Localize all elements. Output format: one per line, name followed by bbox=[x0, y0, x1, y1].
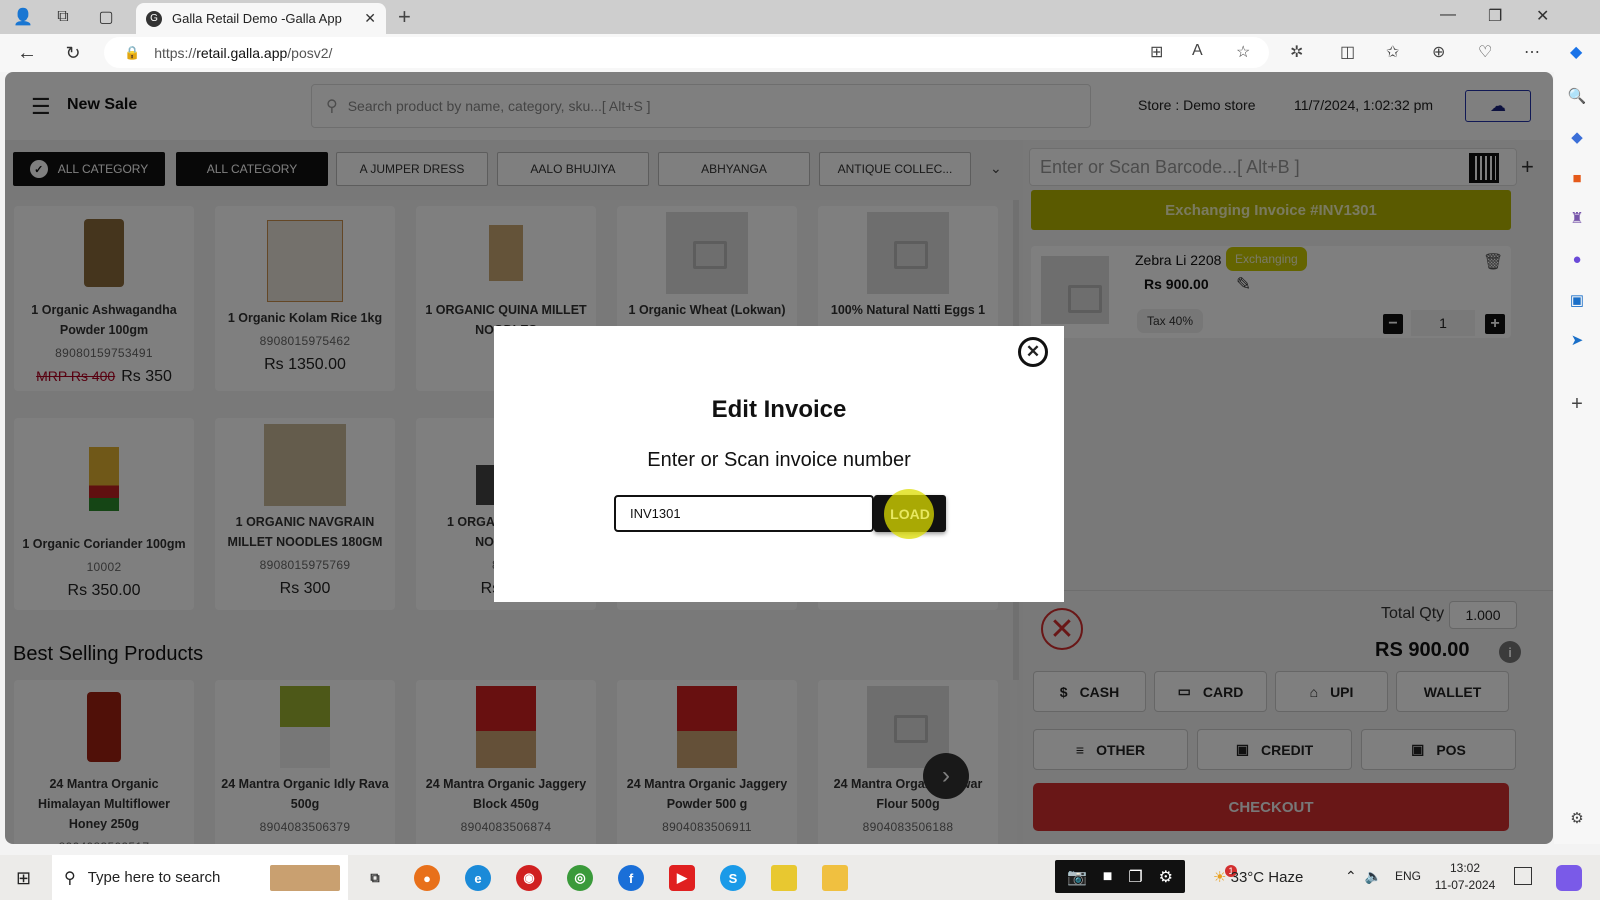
new-tab-button[interactable]: + bbox=[398, 4, 411, 30]
clock-time: 13:02 bbox=[1449, 861, 1481, 875]
language-indicator[interactable]: ENG bbox=[1395, 869, 1421, 883]
weather-text: 33°C Haze bbox=[1230, 869, 1304, 886]
edit-invoice-modal: ✕ Edit Invoice Enter or Scan invoice num… bbox=[494, 326, 1064, 602]
clock-date: 11-07-2024 bbox=[1434, 878, 1496, 892]
url-domain: retail.galla.app bbox=[196, 44, 288, 61]
read-aloud-icon[interactable]: A bbox=[1192, 42, 1203, 60]
capture-toolbar: 📷 ■ ❐ ⚙ bbox=[1055, 860, 1185, 893]
browser-essentials-icon[interactable]: ♡ bbox=[1478, 42, 1492, 62]
lock-icon: 🔒 bbox=[124, 44, 141, 60]
refresh-icon[interactable]: ↻ bbox=[62, 42, 84, 64]
back-icon[interactable]: ← bbox=[16, 42, 38, 64]
window-icon[interactable]: ❐ bbox=[1128, 867, 1142, 887]
copilot-taskbar-icon[interactable] bbox=[1556, 865, 1582, 891]
browser-tab[interactable]: G Galla Retail Demo -Galla App ✕ bbox=[136, 3, 386, 34]
file-explorer-icon[interactable] bbox=[822, 865, 848, 891]
close-tab-icon[interactable]: ✕ bbox=[364, 10, 376, 27]
system-tray[interactable]: ⌃ 🔈 bbox=[1345, 868, 1382, 885]
browser-tab-bar: 👤 ⧉ ▢ G Galla Retail Demo -Galla App ✕ +… bbox=[0, 0, 1600, 34]
windows-taskbar: ⊞ ⚲ Type here to search ⧉ ● e ◉ ◎ f ▶ S 📷… bbox=[0, 855, 1600, 900]
video-icon[interactable]: ■ bbox=[1103, 868, 1113, 886]
notifications-icon[interactable] bbox=[1514, 867, 1532, 885]
url-path: /posv2/ bbox=[287, 44, 333, 61]
app-icon[interactable] bbox=[771, 865, 797, 891]
browser-toolbar: ← ↻ 🔒 https://retail.galla.app/posv2/ bbox=[0, 34, 1600, 72]
close-window-button[interactable]: ✕ bbox=[1536, 6, 1549, 26]
taskbar-search-placeholder: Type here to search bbox=[87, 869, 221, 886]
settings-icon[interactable]: ⚙ bbox=[1159, 867, 1173, 887]
close-modal-button[interactable]: ✕ bbox=[1018, 337, 1048, 367]
chevron-up-icon[interactable]: ⌃ bbox=[1345, 868, 1357, 884]
chrome-icon[interactable]: ◎ bbox=[567, 865, 593, 891]
address-bar[interactable]: 🔒 https://retail.galla.app/posv2/ bbox=[104, 37, 1269, 68]
camera-icon[interactable]: 📷 bbox=[1067, 867, 1087, 887]
tab-title: Galla Retail Demo -Galla App bbox=[172, 11, 342, 26]
facebook-icon[interactable]: f bbox=[618, 865, 644, 891]
extensions-icon[interactable]: ✲ bbox=[1290, 42, 1303, 62]
search-icon: ⚲ bbox=[64, 869, 76, 887]
search-highlight-image bbox=[270, 865, 340, 891]
favorites-icon[interactable]: ✩ bbox=[1386, 42, 1399, 62]
microsoft365-icon[interactable]: ● bbox=[1567, 249, 1587, 269]
firefox-icon[interactable]: ● bbox=[414, 865, 440, 891]
url-prefix: https:// bbox=[154, 44, 197, 61]
split-screen-icon[interactable]: ◫ bbox=[1340, 42, 1355, 62]
restore-button[interactable]: ❐ bbox=[1488, 6, 1502, 26]
youtube-icon[interactable]: ▶ bbox=[669, 865, 695, 891]
minimize-button[interactable]: — bbox=[1440, 6, 1456, 24]
recorder-icon[interactable]: ◉ bbox=[516, 865, 542, 891]
copilot-icon[interactable]: ◆ bbox=[1570, 42, 1582, 62]
modal-title: Edit Invoice bbox=[711, 396, 847, 423]
invoice-number-input[interactable] bbox=[614, 495, 874, 532]
weather-widget[interactable]: ☀ 33°C Haze bbox=[1213, 868, 1303, 886]
shopping-tag-icon[interactable]: ◆ bbox=[1567, 127, 1587, 147]
workspaces-icon[interactable]: ⧉ bbox=[52, 6, 74, 28]
tab-actions-icon[interactable]: ▢ bbox=[95, 6, 117, 28]
tools-icon[interactable]: ■ bbox=[1567, 168, 1587, 188]
sidebar-settings-icon[interactable]: ⚙ bbox=[1567, 808, 1587, 828]
load-label: LOAD bbox=[890, 505, 930, 522]
task-view-icon[interactable]: ⧉ bbox=[362, 865, 388, 891]
load-button[interactable]: LOAD bbox=[874, 489, 946, 539]
favorite-star-icon[interactable]: ☆ bbox=[1236, 42, 1250, 62]
windows-start-icon[interactable]: ⊞ bbox=[16, 868, 31, 889]
app-available-icon[interactable]: ⊞ bbox=[1150, 42, 1163, 62]
volume-icon[interactable]: 🔈 bbox=[1365, 868, 1382, 884]
site-favicon-icon: G bbox=[146, 10, 162, 27]
outlook-icon[interactable]: ▣ bbox=[1567, 290, 1587, 310]
search-icon[interactable]: 🔍 bbox=[1567, 86, 1587, 106]
collections-icon[interactable]: ⊕ bbox=[1432, 42, 1445, 62]
edge-sidebar: 🔍 ◆ ■ ♜ ● ▣ ➤ + ⚙ bbox=[1554, 72, 1600, 844]
profile-icon[interactable]: 👤 bbox=[12, 6, 34, 28]
more-menu-icon[interactable]: ⋯ bbox=[1524, 42, 1540, 62]
send-icon[interactable]: ➤ bbox=[1567, 330, 1587, 350]
edge-icon[interactable]: e bbox=[465, 865, 491, 891]
games-icon[interactable]: ♜ bbox=[1567, 208, 1587, 228]
skype-icon[interactable]: S bbox=[720, 865, 746, 891]
add-sidebar-app-icon[interactable]: + bbox=[1567, 393, 1587, 415]
weather-icon: ☀ bbox=[1213, 869, 1227, 886]
modal-subtitle: Enter or Scan invoice number bbox=[647, 449, 911, 471]
clock[interactable]: 13:02 11-07-2024 bbox=[1430, 860, 1500, 894]
